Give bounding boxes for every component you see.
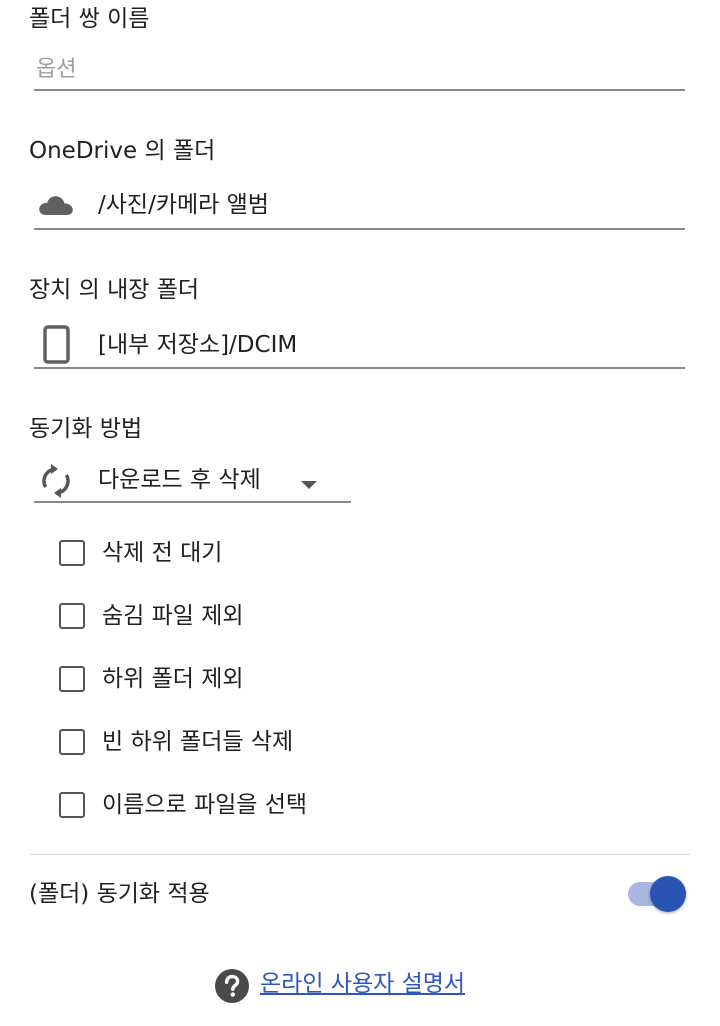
phone-icon bbox=[42, 325, 72, 365]
section-divider bbox=[29, 854, 691, 855]
dropdown-arrow-icon bbox=[300, 475, 318, 489]
sync-method-selected: 다운로드 후 삭제 bbox=[98, 467, 261, 493]
checkbox-exclude-subfolders[interactable] bbox=[59, 666, 85, 692]
device-folder-underline bbox=[34, 367, 685, 369]
option-label-wait-before-delete: 삭제 전 대기 bbox=[102, 540, 223, 566]
onedrive-folder-underline bbox=[34, 228, 685, 230]
folder-pair-name-underline bbox=[34, 89, 685, 91]
folder-pair-name-input[interactable]: 옵션 bbox=[36, 55, 76, 85]
apply-sync-label: (폴더) 동기화 적용 bbox=[29, 881, 210, 907]
option-label-exclude-subfolders: 하위 폴더 제외 bbox=[102, 666, 244, 692]
checkbox-delete-empty-subfolders[interactable] bbox=[59, 729, 85, 755]
cloud-icon bbox=[36, 190, 76, 220]
folder-pair-name-label: 폴더 쌍 이름 bbox=[29, 6, 150, 32]
sync-method-label: 동기화 방법 bbox=[29, 416, 143, 442]
onedrive-folder-label: OneDrive 의 폴더 bbox=[29, 138, 216, 164]
apply-sync-toggle[interactable] bbox=[628, 874, 688, 914]
option-label-exclude-hidden-files: 숨김 파일 제외 bbox=[102, 603, 244, 629]
device-folder-path[interactable]: [내부 저장소]/DCIM bbox=[98, 330, 297, 360]
device-folder-label: 장치 의 내장 폴더 bbox=[29, 277, 200, 303]
sync-icon bbox=[38, 463, 74, 499]
sync-method-dropdown[interactable]: 다운로드 후 삭제 bbox=[34, 461, 352, 505]
checkbox-select-files-by-name[interactable] bbox=[59, 792, 85, 818]
toggle-thumb bbox=[650, 876, 686, 912]
onedrive-folder-path[interactable]: /사진/카메라 앨범 bbox=[98, 190, 269, 220]
help-icon[interactable] bbox=[214, 968, 250, 1004]
checkbox-exclude-hidden-files[interactable] bbox=[59, 603, 85, 629]
sync-method-underline bbox=[34, 501, 351, 503]
online-user-manual-link[interactable]: 온라인 사용자 설명서 bbox=[260, 969, 465, 999]
option-label-select-files-by-name: 이름으로 파일을 선택 bbox=[102, 792, 308, 818]
checkbox-wait-before-delete[interactable] bbox=[59, 540, 85, 566]
option-label-delete-empty-subfolders: 빈 하위 폴더들 삭제 bbox=[102, 729, 294, 755]
